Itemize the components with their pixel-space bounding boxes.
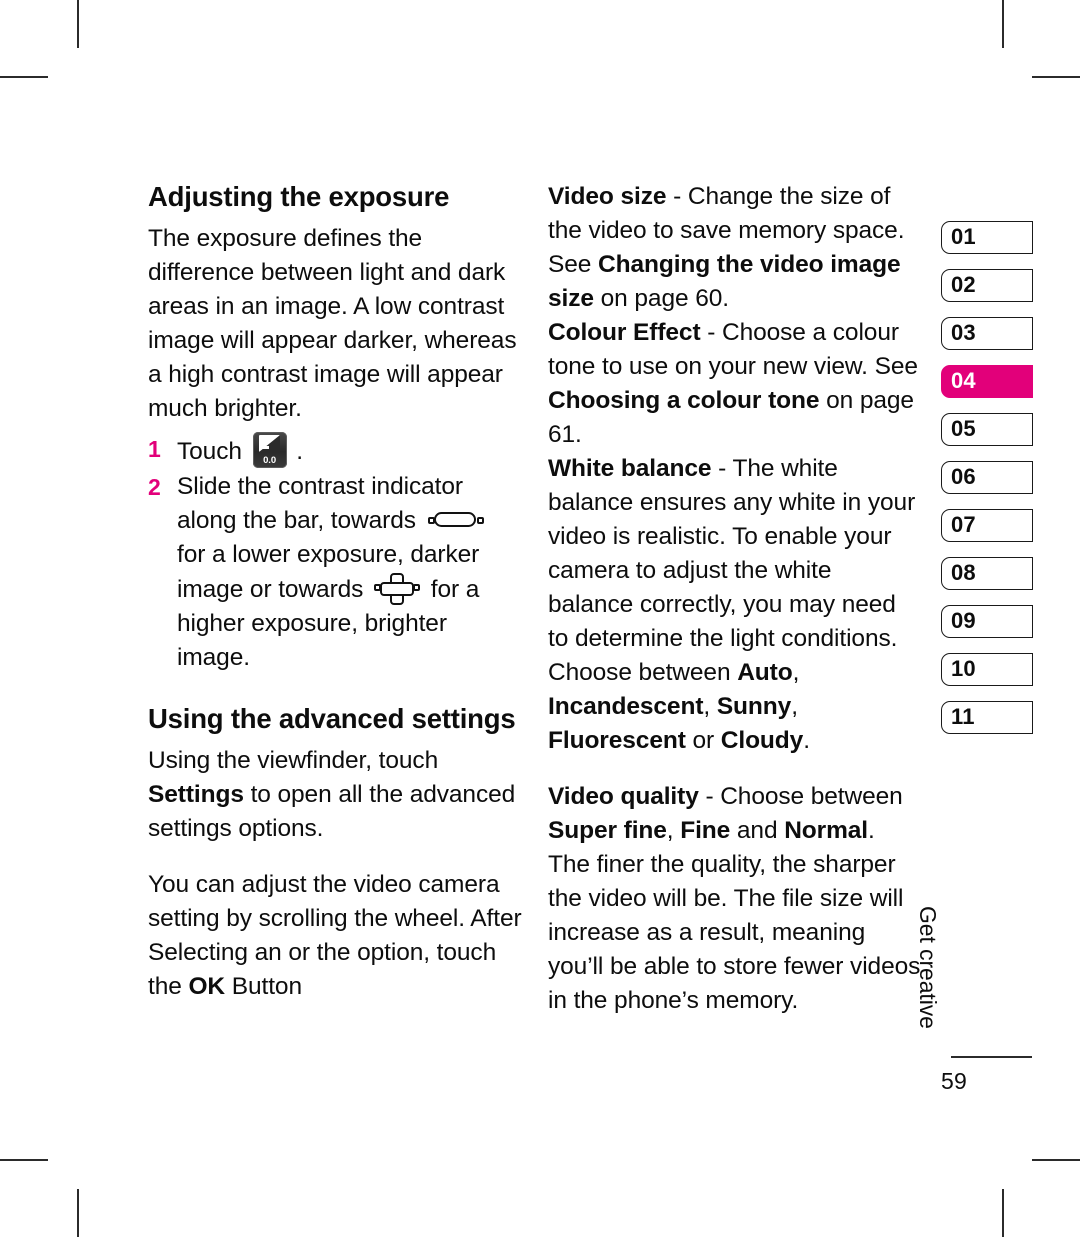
step-number: 2 — [148, 474, 161, 500]
minus-slider-right-nub — [476, 516, 484, 524]
video-quality-option-normal: Normal — [784, 817, 868, 844]
exposure-steps-list: 1 Touch 0.0 . 2 Slide the contrast indicat… — [148, 432, 522, 675]
minus-slider-pill — [433, 512, 476, 527]
white-balance-term: White balance — [548, 455, 712, 482]
right-text-column: Video size - Change the size of the vide… — [548, 180, 922, 1018]
paragraph-colour-effect: Colour Effect - Choose a colour tone to … — [548, 316, 922, 452]
video-size-term: Video size — [548, 183, 667, 210]
plus-cross-inner-fill — [392, 584, 402, 594]
step-number: 1 — [148, 436, 161, 462]
chapter-tab-09[interactable]: 09 — [941, 605, 1033, 638]
heading-adjusting-the-exposure: Adjusting the exposure — [148, 181, 450, 212]
white-balance-option-cloudy: Cloudy — [720, 727, 804, 754]
chapter-tab-04[interactable]: 04 — [941, 365, 1033, 398]
crop-mark-bottom-right-horizontal — [1032, 1159, 1080, 1161]
colour-effect-term: Colour Effect — [548, 319, 708, 346]
chapter-tab-08[interactable]: 08 — [941, 557, 1033, 590]
white-balance-option-auto: Auto — [737, 659, 793, 686]
white-balance-sep-3: , — [791, 693, 798, 720]
white-balance-end: . — [803, 727, 810, 754]
video-quality-text-a: - Choose between — [698, 783, 903, 810]
exposure-value-label: 0.0 — [263, 455, 277, 466]
chapter-tab-11[interactable]: 11 — [941, 701, 1033, 734]
crop-mark-bottom-right-vertical — [1002, 1189, 1004, 1237]
plus-cross-right-nub — [413, 584, 421, 591]
exposure-plus-mark — [261, 437, 269, 444]
chapter-label: Get creative — [915, 906, 941, 1029]
white-balance-sep-4: or — [685, 727, 721, 754]
video-size-text-c: on page 60. — [593, 285, 729, 312]
step-text-part-1: Slide the contrast indicator along the b… — [177, 473, 463, 534]
paragraph-white-balance: White balance - The white balance ensure… — [548, 452, 922, 758]
paragraph-exposure-intro: The exposure defines the difference betw… — [148, 225, 517, 422]
white-balance-option-incandescent: Incandescent — [548, 693, 704, 720]
left-text-column: Adjusting the exposure The exposure defi… — [148, 180, 522, 1004]
ok-button-bold-term: OK — [188, 973, 226, 1000]
white-balance-option-sunny: Sunny — [716, 693, 792, 720]
crop-mark-bottom-left-vertical — [77, 1189, 79, 1237]
paragraph-video-quality: Video quality - Choose between Super fin… — [548, 780, 922, 1018]
wheel-text-c: Button — [225, 973, 302, 1000]
video-quality-option-fine: Fine — [680, 817, 731, 844]
white-balance-text-a: - The white balance ensures any white in… — [548, 455, 916, 686]
crop-mark-top-right-vertical — [1002, 0, 1004, 48]
folio-divider-rule — [951, 1056, 1032, 1058]
white-balance-sep-1: , — [792, 659, 800, 686]
chapter-tab-10[interactable]: 10 — [941, 653, 1033, 686]
paragraph-video-size: Video size - Change the size of the vide… — [548, 180, 922, 316]
plus-cross-left-nub — [374, 584, 382, 591]
video-quality-sep-1: , — [666, 817, 681, 844]
colour-effect-crossref: Choosing a colour tone — [548, 387, 820, 414]
video-quality-term: Video quality — [548, 783, 699, 810]
plus-cross-icon — [374, 572, 421, 606]
chapter-tab-strip: 01 02 03 04 05 06 07 08 09 10 11 — [941, 221, 1033, 749]
white-balance-option-fluorescent: Fluorescent — [548, 727, 686, 754]
list-item: 1 Touch 0.0 . — [148, 432, 522, 469]
step-text-after-icon: . — [289, 438, 304, 465]
heading-using-the-advanced-settings: Using the advanced settings — [148, 703, 516, 734]
minus-slider-icon — [427, 510, 484, 532]
paragraph-open-settings: Using the viewfinder, touch Settings to … — [148, 744, 522, 846]
list-item: 2 Slide the contrast indicator along the … — [148, 470, 522, 675]
chapter-tab-02[interactable]: 02 — [941, 269, 1033, 302]
paragraph-adjust-wheel: You can adjust the video camera setting … — [148, 868, 522, 1004]
settings-bold-term: Settings — [148, 781, 244, 808]
step-text-before-icon: Touch — [177, 438, 249, 465]
crop-mark-top-left-horizontal — [0, 76, 48, 78]
chapter-tab-06[interactable]: 06 — [941, 461, 1033, 494]
chapter-tab-07[interactable]: 07 — [941, 509, 1033, 542]
white-balance-sep-2: , — [703, 693, 717, 720]
crop-mark-top-right-horizontal — [1032, 76, 1080, 78]
video-quality-sep-2: and — [730, 817, 785, 844]
chapter-tab-01[interactable]: 01 — [941, 221, 1033, 254]
settings-text-a: Using the viewfinder, touch — [148, 747, 439, 774]
chapter-tab-03[interactable]: 03 — [941, 317, 1033, 350]
page-number: 59 — [941, 1068, 967, 1094]
video-quality-option-super-fine: Super fine — [548, 817, 667, 844]
crop-mark-top-left-vertical — [77, 0, 79, 48]
chapter-tab-05[interactable]: 05 — [941, 413, 1033, 446]
crop-mark-bottom-left-horizontal — [0, 1159, 48, 1161]
exposure-value-icon: 0.0 — [252, 432, 287, 468]
